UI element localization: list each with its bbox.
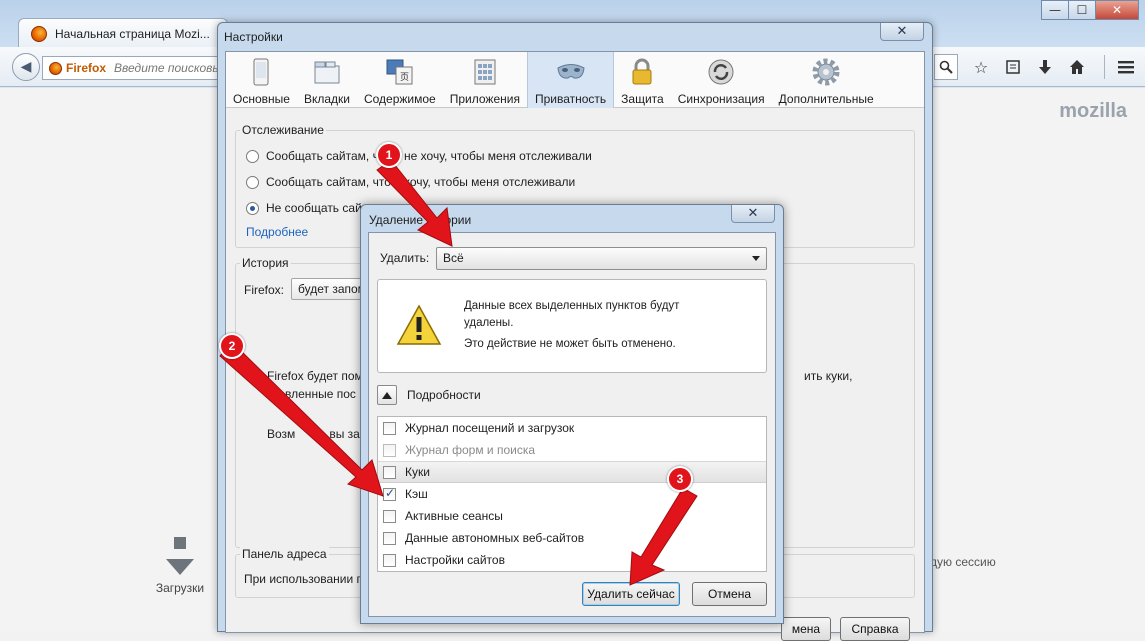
annotation-arrows <box>219 159 698 586</box>
step-badge-3: 3 <box>667 466 693 492</box>
arrow-1 <box>376 159 453 247</box>
arrow-2 <box>219 341 384 497</box>
step-badge-1: 1 <box>376 142 402 168</box>
arrow-3 <box>629 487 698 586</box>
step-badge-2: 2 <box>219 333 245 359</box>
